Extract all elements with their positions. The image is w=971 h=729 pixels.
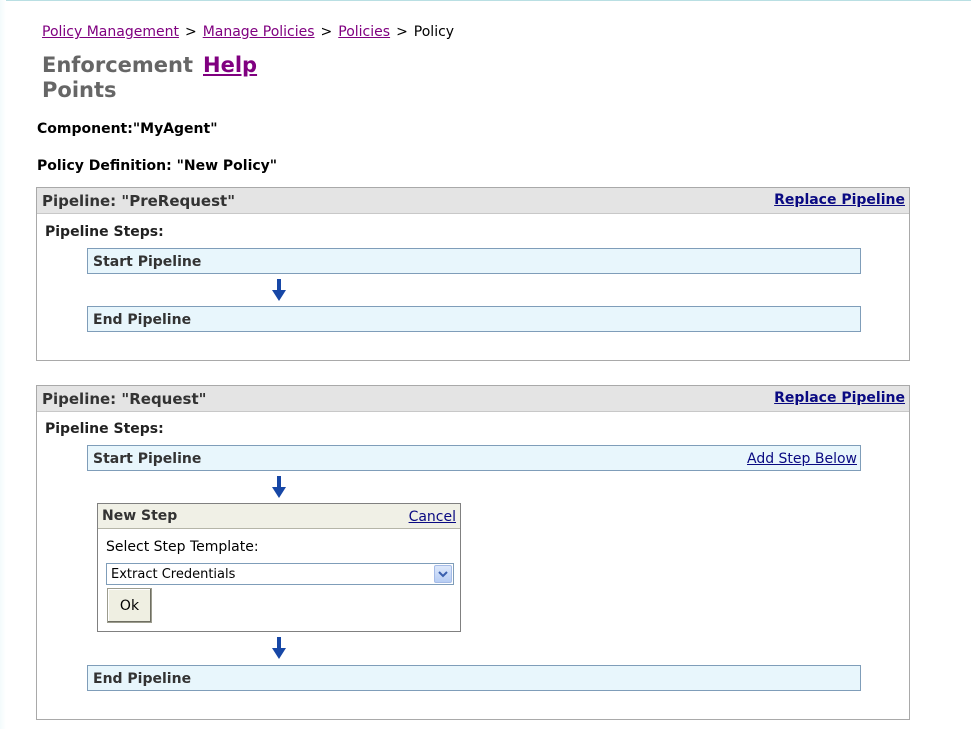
new-step-panel: New Step Cancel Select Step Template: Ex… bbox=[97, 503, 461, 632]
replace-pipeline-link[interactable]: Replace Pipeline bbox=[774, 390, 905, 406]
pipeline-request: Pipeline: "Request" Replace Pipeline Pip… bbox=[36, 385, 910, 720]
cancel-link[interactable]: Cancel bbox=[409, 509, 456, 525]
pipeline-steps-label: Pipeline Steps: bbox=[45, 224, 164, 240]
select-step-template-label: Select Step Template: bbox=[106, 539, 259, 555]
pipeline-header: Pipeline: "Request" Replace Pipeline bbox=[37, 386, 909, 412]
breadcrumb-separator: > bbox=[320, 24, 333, 40]
pipeline-prerequest: Pipeline: "PreRequest" Replace Pipeline … bbox=[36, 187, 910, 361]
breadcrumb-manage-policies[interactable]: Manage Policies bbox=[203, 24, 315, 40]
arrow-down-icon bbox=[272, 637, 286, 659]
step-name: Start Pipeline bbox=[93, 451, 202, 467]
breadcrumb: Policy Management > Manage Policies > Polici… bbox=[42, 24, 454, 40]
policy-definition-label: Policy Definition: "New Policy" bbox=[37, 158, 278, 174]
pipeline-steps-label: Pipeline Steps: bbox=[45, 421, 164, 437]
end-pipeline-step: End Pipeline bbox=[87, 306, 861, 332]
end-pipeline-step: End Pipeline bbox=[87, 665, 861, 691]
breadcrumb-policy-management[interactable]: Policy Management bbox=[42, 24, 179, 40]
new-step-title: New Step bbox=[102, 508, 178, 524]
start-pipeline-step: Start Pipeline bbox=[87, 248, 861, 274]
breadcrumb-separator: > bbox=[396, 24, 408, 40]
replace-pipeline-link[interactable]: Replace Pipeline bbox=[774, 192, 905, 208]
step-name: Start Pipeline bbox=[93, 254, 202, 270]
pipeline-title: Pipeline: "Request" bbox=[42, 390, 207, 408]
selected-template: Extract Credentials bbox=[111, 567, 236, 582]
new-step-header: New Step Cancel bbox=[98, 504, 460, 529]
step-name: End Pipeline bbox=[93, 671, 192, 687]
arrow-down-icon bbox=[272, 279, 286, 301]
breadcrumb-separator: > bbox=[184, 24, 197, 40]
pipeline-title: Pipeline: "PreRequest" bbox=[42, 192, 236, 210]
arrow-down-icon bbox=[272, 476, 286, 498]
breadcrumb-current: Policy bbox=[413, 24, 455, 40]
breadcrumb-policies[interactable]: Policies bbox=[338, 24, 390, 40]
start-pipeline-step: Start Pipeline Add Step Below bbox=[87, 445, 861, 471]
component-label: Component:"MyAgent" bbox=[37, 121, 218, 137]
step-template-select[interactable]: Extract Credentials bbox=[106, 563, 454, 585]
step-name: End Pipeline bbox=[93, 312, 192, 328]
page-title: Enforcement Points bbox=[42, 53, 194, 102]
ok-button[interactable]: Ok bbox=[107, 588, 152, 623]
pipeline-header: Pipeline: "PreRequest" Replace Pipeline bbox=[37, 188, 909, 214]
left-edge bbox=[0, 0, 6, 729]
help-link[interactable]: Help bbox=[203, 53, 257, 78]
add-step-below-link[interactable]: Add Step Below bbox=[747, 451, 857, 467]
chevron-down-icon[interactable] bbox=[434, 565, 452, 583]
